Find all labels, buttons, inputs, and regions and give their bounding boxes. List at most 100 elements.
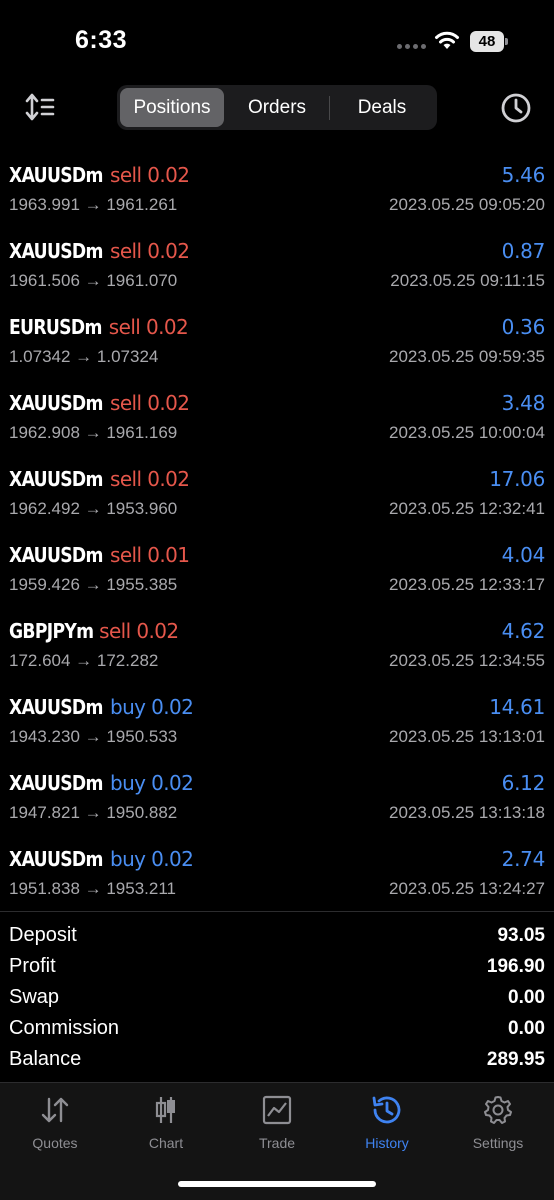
summary-label: Balance (9, 1048, 82, 1070)
trade-profit: 6.12 (501, 771, 546, 795)
period-clock-icon[interactable] (500, 92, 532, 124)
trade-symbol: XAUUSDm (9, 695, 103, 719)
battery-level: 48 (470, 31, 504, 52)
summary-row-profit: Profit 196.90 (0, 951, 554, 982)
trade-symbol: XAUUSDm (9, 771, 103, 795)
positions-list: XAUUSDm sell 0.02 5.46 1963.991 → 1961.261 2… (0, 155, 554, 915)
trade-prices: 1963.991 → 1961.261 (9, 195, 178, 214)
trade-side-volume: sell 0.02 (110, 163, 190, 187)
trade-time: 2023.05.25 12:34:55 (389, 651, 545, 670)
tab-label: Settings (472, 1135, 524, 1151)
segment-orders[interactable]: Orders (225, 88, 329, 127)
tab-label: History (365, 1135, 409, 1151)
summary-value: 196.90 (486, 955, 545, 977)
segment-positions[interactable]: Positions (120, 88, 224, 127)
trade-row[interactable]: XAUUSDm buy 0.02 2.74 1951.838 → 1953.211 20… (0, 839, 554, 915)
trade-profit: 4.04 (501, 543, 546, 567)
trade-time: 2023.05.25 13:13:18 (389, 803, 545, 822)
tab-label: Trade (258, 1135, 296, 1151)
trade-time: 2023.05.25 12:32:41 (389, 499, 545, 518)
trade-symbol: XAUUSDm (9, 543, 103, 567)
trade-prices: 1962.908 → 1961.169 (9, 423, 178, 442)
summary-row-swap: Swap 0.00 (0, 982, 554, 1013)
trade-prices: 1961.506 → 1961.070 (9, 271, 178, 290)
trade-side-volume: buy 0.02 (110, 771, 194, 795)
trade-symbol: GBPJPYm (9, 619, 94, 643)
trade-prices: 1947.821 → 1950.882 (9, 803, 178, 822)
quotes-arrows-icon (41, 1097, 69, 1123)
divider (0, 911, 554, 912)
trade-profit: 0.36 (501, 315, 546, 339)
wifi-icon (435, 31, 459, 49)
trade-prices: 1.07342 → 1.07324 (9, 347, 159, 366)
trade-row[interactable]: XAUUSDm sell 0.02 17.06 1962.492 → 1953.960… (0, 459, 554, 535)
trade-profit: 17.06 (489, 467, 545, 491)
summary-row-commission: Commission 0.00 (0, 1013, 554, 1044)
trade-side-volume: sell 0.01 (110, 543, 190, 567)
trade-side-volume: buy 0.02 (110, 847, 194, 871)
trade-profit: 2.74 (501, 847, 546, 871)
summary-value: 289.95 (486, 1048, 545, 1070)
summary-value: 93.05 (497, 924, 545, 946)
tab-history[interactable]: History (332, 1093, 442, 1151)
trade-symbol: XAUUSDm (9, 239, 103, 263)
trade-row[interactable]: XAUUSDm sell 0.01 4.04 1959.426 → 1955.385 2… (0, 535, 554, 611)
candlestick-icon (155, 1097, 175, 1123)
trade-side-volume: sell 0.02 (110, 239, 190, 263)
tab-trade[interactable]: Trade (222, 1093, 332, 1151)
trade-row[interactable]: XAUUSDm sell 0.02 0.87 1961.506 → 1961.070 2… (0, 231, 554, 307)
trade-row[interactable]: XAUUSDm buy 0.02 14.61 1943.230 → 1950.533 2… (0, 687, 554, 763)
summary-label: Commission (9, 1017, 120, 1039)
positions-orders-deals-segmented-control: Positions Orders Deals (117, 85, 437, 130)
tab-quotes[interactable]: Quotes (0, 1093, 110, 1151)
summary-label: Profit (9, 955, 56, 977)
trade-side-volume: buy 0.02 (110, 695, 194, 719)
home-indicator (178, 1181, 376, 1187)
trade-symbol: XAUUSDm (9, 847, 103, 871)
trade-side-volume: sell 0.02 (108, 315, 189, 339)
trade-side-volume: sell 0.02 (99, 619, 179, 643)
trade-time: 2023.05.25 09:11:15 (390, 271, 545, 290)
history-clock-icon (372, 1096, 401, 1124)
trade-prices: 1959.426 → 1955.385 (9, 575, 178, 594)
trade-profit: 0.87 (501, 239, 546, 263)
trade-time: 2023.05.25 10:00:04 (389, 423, 545, 442)
trade-row[interactable]: EURUSDm sell 0.02 0.36 1.07342 → 1.07324 202… (0, 307, 554, 383)
tab-chart[interactable]: Chart (111, 1093, 221, 1151)
summary-label: Deposit (9, 924, 77, 946)
trade-side-volume: sell 0.02 (110, 391, 190, 415)
trade-profit: 3.48 (501, 391, 546, 415)
tab-label: Quotes (32, 1135, 78, 1151)
trade-profit: 14.61 (489, 695, 545, 719)
trade-symbol: XAUUSDm (9, 391, 103, 415)
cellular-signal-icon (397, 44, 426, 49)
trade-symbol: XAUUSDm (9, 163, 103, 187)
trade-symbol: EURUSDm (9, 315, 102, 339)
segment-deals[interactable]: Deals (330, 88, 434, 127)
battery-icon: 48 (470, 31, 508, 52)
trade-row[interactable]: XAUUSDm buy 0.02 6.12 1947.821 → 1950.882 20… (0, 763, 554, 839)
trade-prices: 1951.838 → 1953.211 (9, 879, 176, 898)
account-summary: Deposit 93.05 Profit 196.90 Swap 0.00 Commissi… (0, 920, 554, 1075)
status-time: 6:33 (75, 26, 128, 54)
gear-icon (484, 1096, 512, 1124)
trade-time: 2023.05.25 13:13:01 (389, 727, 545, 746)
trade-prices: 172.604 → 172.282 (9, 651, 159, 670)
trade-time: 2023.05.25 09:05:20 (389, 195, 545, 214)
trade-profit: 4.62 (501, 619, 546, 643)
summary-value: 0.00 (508, 1017, 545, 1039)
trade-row[interactable]: XAUUSDm sell 0.02 3.48 1962.908 → 1961.169 2… (0, 383, 554, 459)
summary-label: Swap (9, 986, 60, 1008)
sort-icon[interactable] (24, 92, 56, 122)
summary-value: 0.00 (508, 986, 545, 1008)
trade-row[interactable]: GBPJPYm sell 0.02 4.62 172.604 → 172.282 202… (0, 611, 554, 687)
trade-side-volume: sell 0.02 (110, 467, 190, 491)
trade-prices: 1943.230 → 1950.533 (9, 727, 178, 746)
trade-prices: 1962.492 → 1953.960 (9, 499, 178, 518)
trade-row[interactable]: XAUUSDm sell 0.02 5.46 1963.991 → 1961.261 2… (0, 155, 554, 231)
summary-row-deposit: Deposit 93.05 (0, 920, 554, 951)
trade-time: 2023.05.25 13:24:27 (389, 879, 545, 898)
tab-settings[interactable]: Settings (443, 1093, 553, 1151)
trade-time: 2023.05.25 12:33:17 (389, 575, 545, 594)
trade-time: 2023.05.25 09:59:35 (389, 347, 545, 366)
